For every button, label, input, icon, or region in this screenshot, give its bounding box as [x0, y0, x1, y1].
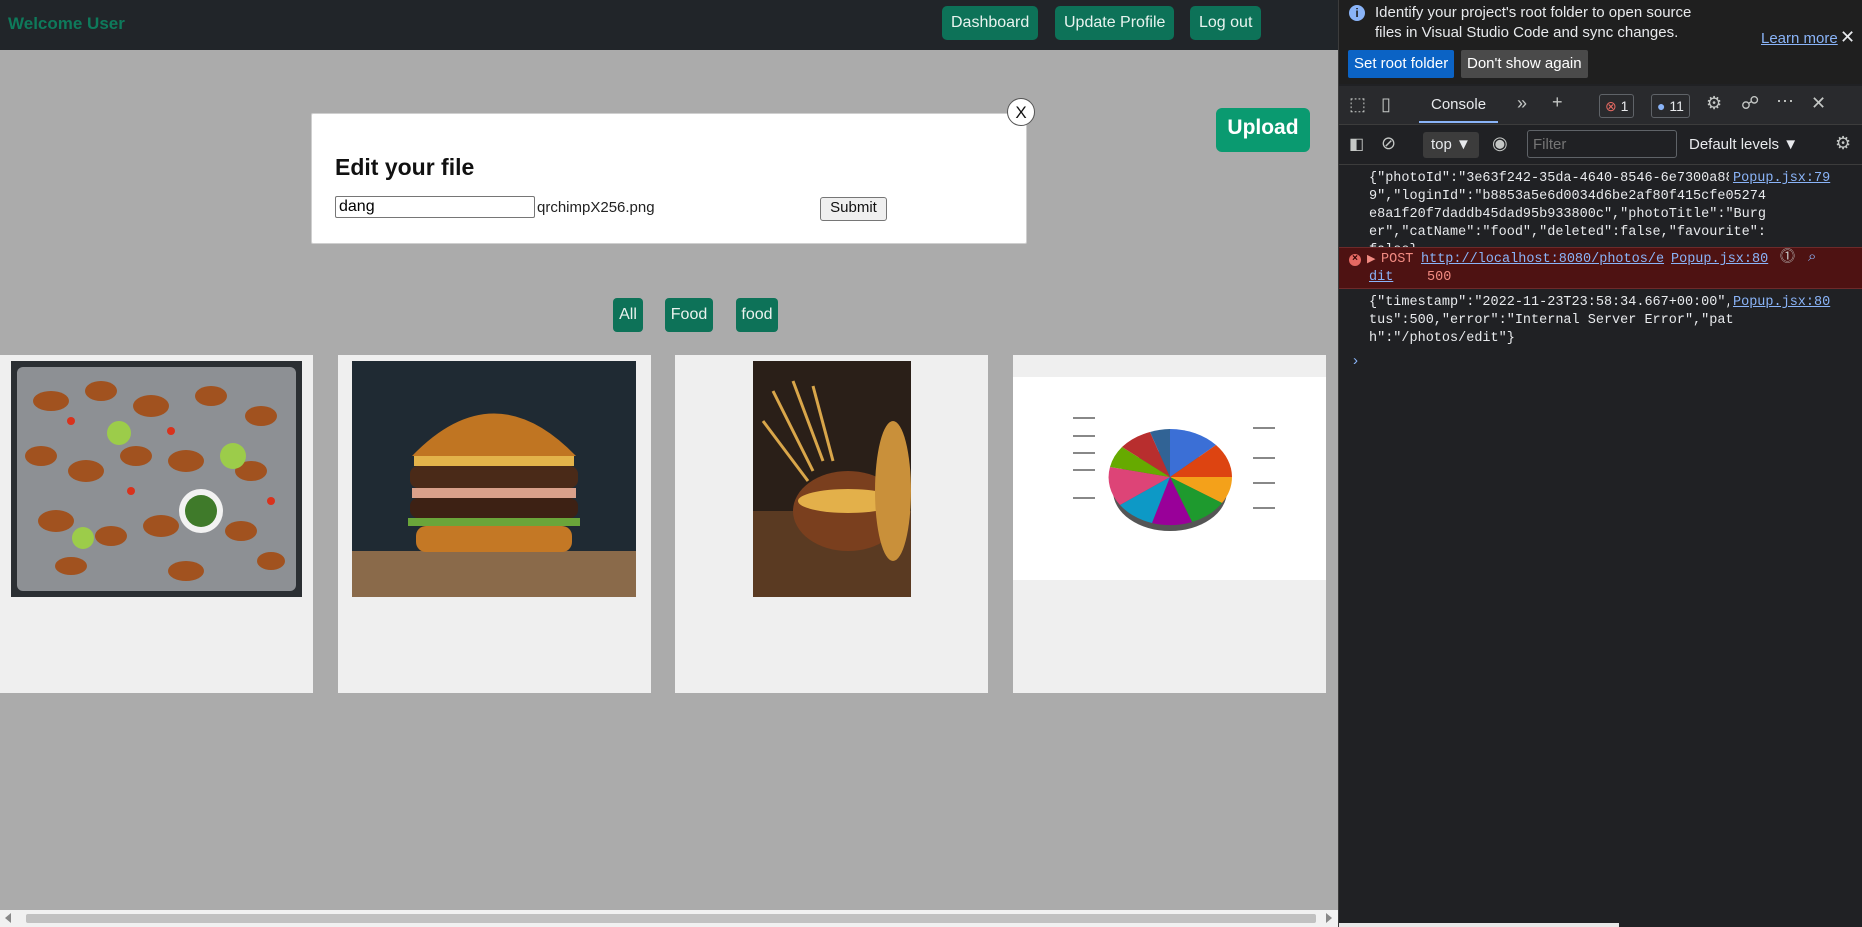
close-icon[interactable]: ✕: [1840, 27, 1855, 48]
chevron-down-icon: ▼: [1456, 136, 1471, 153]
navbar: Welcome User Dashboard Update Profile Lo…: [0, 0, 1338, 50]
message-icon: ●: [1657, 98, 1666, 114]
error-count: 1: [1620, 98, 1629, 114]
error-count-badge[interactable]: ⊗ 1: [1599, 94, 1635, 118]
scroll-right-icon[interactable]: [1326, 913, 1332, 923]
vscode-infobar: i Identify your project's root folder to…: [1339, 0, 1862, 84]
category-food-button[interactable]: Food: [665, 298, 713, 332]
brand-welcome: Welcome User: [8, 14, 125, 33]
log-levels-label: Default levels: [1689, 136, 1780, 153]
more-tabs-icon[interactable]: »: [1517, 93, 1527, 114]
more-options-icon[interactable]: ⋯: [1776, 91, 1794, 112]
error-icon: ⊗: [1605, 98, 1617, 114]
edit-file-modal: Edit your file qrchimpX256.png Submit: [311, 113, 1027, 244]
infobar-message: Identify your project's root folder to o…: [1375, 4, 1692, 41]
gallery-card[interactable]: [0, 355, 313, 693]
filter-input[interactable]: [1527, 130, 1677, 158]
chevron-down-icon: ▼: [1783, 136, 1799, 153]
selected-file-name: qrchimpX256.png: [537, 199, 655, 216]
file-title-input[interactable]: [335, 196, 535, 218]
nav-dashboard-button[interactable]: Dashboard: [942, 6, 1039, 40]
scrollbar-thumb[interactable]: [26, 914, 1316, 923]
pie-chart-image: [1013, 377, 1326, 580]
nav-logout-button[interactable]: Log out: [1190, 6, 1262, 40]
response-status: 500: [1427, 270, 1452, 285]
info-icon: i: [1349, 5, 1365, 21]
devtools-panel: i Identify your project's root folder to…: [1338, 0, 1862, 927]
burger-image: [352, 361, 636, 597]
submit-button[interactable]: Submit: [820, 197, 887, 221]
chicken-wings-image: [11, 361, 302, 597]
tab-console[interactable]: Console: [1419, 86, 1499, 123]
burger-fries-image: [753, 361, 911, 597]
dont-show-again-button[interactable]: Don't show again: [1461, 50, 1588, 78]
message-count-badge[interactable]: ● 11: [1651, 94, 1690, 118]
device-toolbar-icon[interactable]: ▯: [1381, 94, 1391, 115]
learn-more-link[interactable]: Learn more: [1761, 30, 1838, 47]
feedback-icon[interactable]: ☍: [1741, 93, 1759, 114]
log-message-text: {"timestamp":"2022-11-23T23:58:34.667+00…: [1369, 295, 1766, 346]
set-root-folder-button[interactable]: Set root folder: [1348, 50, 1455, 78]
modal-close-button[interactable]: X: [1007, 98, 1035, 126]
search-icon[interactable]: ⌕: [1808, 249, 1816, 267]
horizontal-scrollbar[interactable]: [0, 910, 1338, 927]
request-url-link[interactable]: http://localhost:8080/photos/edit: [1369, 251, 1669, 287]
settings-gear-icon[interactable]: ⚙: [1706, 93, 1722, 114]
app-viewport: Welcome User Dashboard Update Profile Lo…: [0, 0, 1338, 927]
scroll-left-icon[interactable]: [5, 913, 11, 923]
gallery-card[interactable]: [1013, 355, 1326, 693]
console-error-row: × ▶ POST http://localhost:8080/photos/ed…: [1339, 247, 1862, 289]
live-expression-eye-icon[interactable]: ◉: [1492, 133, 1508, 154]
console-settings-gear-icon[interactable]: ⚙: [1835, 133, 1851, 154]
log-levels-dropdown[interactable]: Default levels ▼: [1689, 132, 1798, 158]
error-icon: ×: [1349, 254, 1361, 266]
console-toolbar: ◧ ⊘ top ▼ ◉ Default levels ▼ ⚙: [1339, 126, 1862, 165]
devtools-tabbar: ⬚ ▯ Console » + ⊗ 1 ● 11 ⚙ ☍ ⋯ ✕: [1339, 86, 1862, 125]
category-all-button[interactable]: All: [613, 298, 643, 332]
context-select[interactable]: top ▼: [1423, 132, 1479, 158]
network-request-icon[interactable]: ⓵: [1780, 249, 1795, 267]
source-link[interactable]: Popup.jsx:80: [1671, 251, 1768, 269]
console-prompt-icon[interactable]: ›: [1353, 352, 1358, 369]
message-count: 11: [1669, 98, 1684, 114]
upload-button[interactable]: Upload: [1216, 108, 1310, 152]
source-link[interactable]: Popup.jsx:79: [1729, 170, 1831, 188]
console-log-row: {"timestamp":"2022-11-23T23:58:34.667+00…: [1339, 294, 1862, 350]
context-value: top: [1431, 136, 1452, 153]
modal-title: Edit your file: [335, 154, 475, 180]
sidebar-toggle-icon[interactable]: ◧: [1349, 134, 1364, 154]
inspect-element-icon[interactable]: ⬚: [1349, 94, 1366, 115]
close-devtools-icon[interactable]: ✕: [1811, 93, 1826, 114]
console-log-row: {"photoId":"3e63f242-35da-4640-8546-6e73…: [1339, 170, 1862, 258]
add-tab-icon[interactable]: +: [1552, 92, 1563, 113]
gallery-card[interactable]: [675, 355, 988, 693]
category-food-lower-button[interactable]: food: [736, 298, 778, 332]
source-link[interactable]: Popup.jsx:80: [1729, 294, 1831, 312]
clear-console-icon[interactable]: ⊘: [1381, 133, 1396, 154]
gallery-card[interactable]: [338, 355, 651, 693]
devtools-bottom-edge: [1339, 923, 1619, 927]
nav-update-profile-button[interactable]: Update Profile: [1055, 6, 1175, 40]
